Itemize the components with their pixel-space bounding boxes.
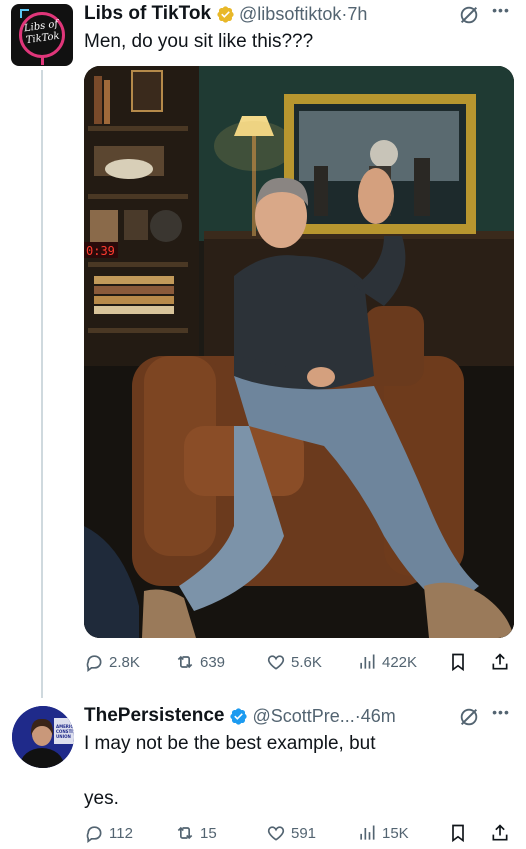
share-button[interactable] (490, 823, 510, 843)
views-button[interactable]: 422K (357, 652, 417, 672)
share-icon (492, 824, 508, 841)
grok-icon[interactable] (458, 4, 480, 26)
tweet-2-text-line2: yes. (84, 788, 119, 809)
display-name[interactable]: Libs of TikTok (84, 3, 211, 25)
repost-count: 15 (200, 824, 217, 842)
bookmark-icon (452, 653, 464, 672)
repost-button[interactable]: 639 (175, 652, 225, 672)
bookmark-icon (452, 824, 464, 843)
bookmark-button[interactable] (448, 652, 468, 672)
video-overlay-counter: 0:39 (86, 244, 115, 258)
views-count: 422K (382, 653, 418, 671)
avatar-libs-of-tiktok[interactable]: Libs of TikTok (11, 4, 73, 66)
logo-bottom-mark (41, 57, 44, 65)
video-frame-image: 0:39 (84, 66, 514, 638)
tweet-1-header: Libs of TikTok @libsoftiktok · 7h (84, 2, 367, 26)
reply-count: 112 (109, 824, 133, 842)
views-icon (360, 825, 375, 840)
svg-text:UNION: UNION (56, 734, 71, 739)
like-count: 5.6K (291, 653, 322, 671)
reply-count: 2.8K (109, 653, 140, 671)
tweet-2-actions: 112 15 591 15K (84, 822, 514, 844)
more-options-icon[interactable]: ••• (490, 704, 512, 720)
verified-badge-icon[interactable] (229, 707, 248, 726)
repost-count: 639 (200, 653, 226, 671)
reply-icon (86, 826, 102, 843)
reply-button[interactable]: 2.8K (84, 652, 140, 672)
more-options-icon[interactable]: ••• (490, 2, 512, 18)
bookmark-button[interactable] (448, 823, 468, 843)
tweet-1-text: Men, do you sit like this??? (84, 31, 314, 52)
like-button[interactable]: 5.6K (266, 652, 322, 672)
share-button[interactable] (490, 652, 510, 672)
reply-icon (86, 655, 102, 672)
grok-icon[interactable] (458, 706, 480, 728)
views-count: 15K (382, 824, 409, 842)
repost-button[interactable]: 15 (175, 823, 217, 843)
repost-icon (177, 826, 193, 840)
reply-button[interactable]: 112 (84, 823, 133, 843)
display-name[interactable]: ThePersistence (84, 705, 224, 727)
like-icon (267, 655, 285, 670)
share-icon (492, 653, 508, 670)
thread-connector-line (41, 70, 43, 698)
like-icon (267, 826, 285, 841)
verified-badge-icon[interactable] (216, 5, 235, 24)
avatar-logo-text: Libs of TikTok (23, 18, 61, 47)
handle[interactable]: @ScottPre... (252, 706, 354, 727)
tweet-1-actions: 2.8K 639 5.6K 422K (84, 651, 514, 673)
like-count: 591 (291, 824, 317, 842)
tweet-2-header: ThePersistence @ScottPre... · 46m (84, 704, 396, 728)
avatar-image: AMERICAN CONSTITUTION UNION (12, 706, 74, 768)
timestamp[interactable]: 46m (361, 706, 396, 727)
repost-icon (177, 655, 193, 669)
tweet-1-video[interactable]: 0:39 (84, 66, 514, 638)
views-icon (360, 654, 375, 669)
timestamp[interactable]: 7h (347, 4, 367, 25)
avatar-thepersistence[interactable]: AMERICAN CONSTITUTION UNION (12, 706, 74, 768)
tweet-2-text-line1: I may not be the best example, but (84, 733, 376, 754)
handle[interactable]: @libsoftiktok (239, 4, 341, 25)
like-button[interactable]: 591 (266, 823, 316, 843)
views-button[interactable]: 15K (357, 823, 409, 843)
